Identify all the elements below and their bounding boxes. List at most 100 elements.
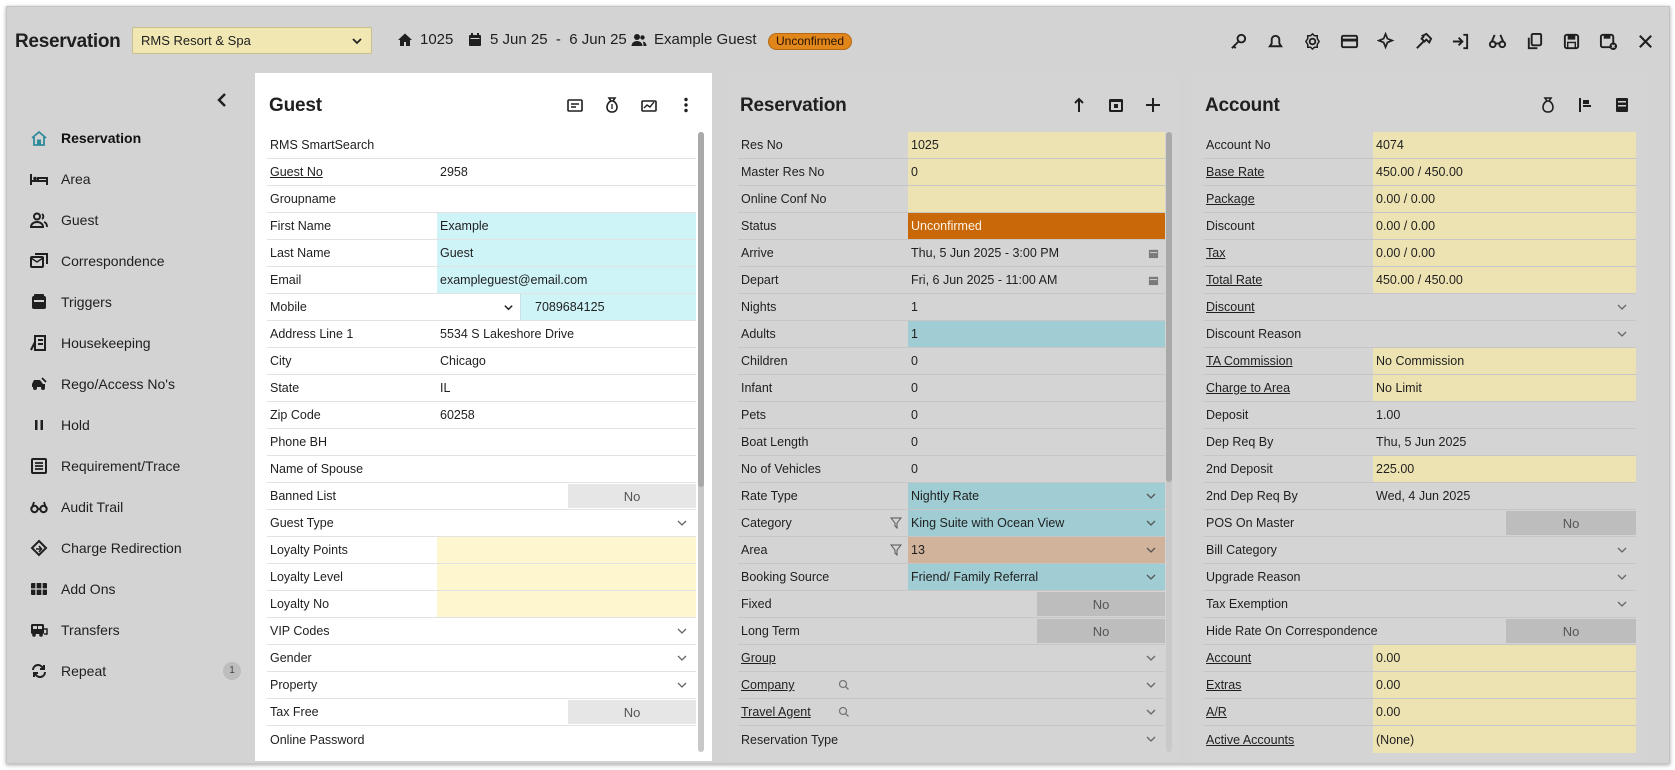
field-row[interactable]: Rate Type Nightly Rate bbox=[738, 483, 1165, 510]
field-value[interactable]: 5534 S Lakeshore Drive bbox=[437, 321, 696, 347]
field-row[interactable]: Online Conf No bbox=[738, 186, 1165, 213]
field-label-link[interactable]: Guest No bbox=[267, 159, 437, 185]
save-icon[interactable] bbox=[1561, 31, 1581, 51]
field-row[interactable]: Fixed No bbox=[738, 591, 1165, 618]
infant-field[interactable]: 0 bbox=[908, 375, 1165, 401]
binoculars-icon[interactable] bbox=[1487, 31, 1507, 51]
dep-req-by-field[interactable]: Thu, 5 Jun 2025 bbox=[1373, 429, 1636, 455]
field-row[interactable]: Group bbox=[738, 645, 1165, 672]
children-field[interactable]: 0 bbox=[908, 348, 1165, 374]
field-row[interactable]: Reservation Type bbox=[738, 726, 1165, 753]
field-row[interactable]: Zip Code 60258 bbox=[267, 402, 696, 429]
rate-type-select[interactable]: Nightly Rate bbox=[908, 483, 1165, 509]
settings-icon[interactable] bbox=[1302, 31, 1322, 51]
sidebar-item-triggers[interactable]: Triggers bbox=[29, 281, 243, 322]
adults-field[interactable]: 1 bbox=[908, 321, 1165, 347]
plus-icon[interactable] bbox=[1143, 95, 1163, 115]
field-row[interactable]: 2nd Dep Req By Wed, 4 Jun 2025 bbox=[1203, 483, 1636, 510]
status-field[interactable]: Unconfirmed bbox=[908, 213, 1165, 239]
field-label-link[interactable]: Group bbox=[738, 645, 908, 671]
pos-on-master-toggle[interactable]: No bbox=[1506, 511, 1636, 535]
field-value[interactable] bbox=[437, 456, 696, 482]
field-row[interactable]: 2nd Deposit 225.00 bbox=[1203, 456, 1636, 483]
hammer-icon[interactable] bbox=[1413, 31, 1433, 51]
field-value[interactable] bbox=[437, 132, 696, 158]
sidebar-item-area[interactable]: Area bbox=[29, 158, 243, 199]
field-label-link[interactable]: Charge to Area bbox=[1203, 375, 1373, 401]
scrollbar[interactable] bbox=[698, 132, 704, 752]
field-label-link[interactable]: Tax bbox=[1203, 240, 1373, 266]
bill-category-select[interactable] bbox=[1373, 537, 1636, 563]
field-row[interactable]: Address Line 1 5534 S Lakeshore Drive bbox=[267, 321, 696, 348]
mobile-field[interactable]: 7089684125 bbox=[437, 294, 696, 320]
vip-codes-select[interactable] bbox=[437, 618, 696, 644]
save-close-icon[interactable] bbox=[1598, 31, 1618, 51]
booking-source-select[interactable]: Friend/ Family Referral bbox=[908, 564, 1165, 590]
field-row[interactable]: Infant 0 bbox=[738, 375, 1165, 402]
area-select[interactable]: 13 bbox=[890, 537, 1165, 563]
field-row[interactable]: Name of Spouse bbox=[267, 456, 696, 483]
sidebar-item-charge-redirection[interactable]: Charge Redirection bbox=[29, 527, 243, 568]
field-row[interactable]: Groupname bbox=[267, 186, 696, 213]
field-label-link[interactable]: Discount bbox=[1203, 294, 1373, 320]
field-row[interactable]: Account 0.00 bbox=[1203, 645, 1636, 672]
money-bag-icon[interactable] bbox=[1538, 95, 1558, 115]
charge-to-area-field[interactable]: No Limit bbox=[1373, 375, 1636, 401]
copy-icon[interactable] bbox=[1524, 31, 1544, 51]
field-row[interactable]: Mobile 7089684125 bbox=[267, 294, 696, 321]
field-row[interactable]: Tax Free No bbox=[267, 699, 696, 726]
category-select[interactable]: King Suite with Ocean View bbox=[890, 510, 1165, 536]
long-term-toggle[interactable]: No bbox=[1037, 619, 1165, 643]
calendar-add-icon[interactable] bbox=[1106, 95, 1126, 115]
calendar-icon[interactable] bbox=[1148, 248, 1159, 259]
field-row[interactable]: Deposit 1.00 bbox=[1203, 402, 1636, 429]
field-value[interactable] bbox=[437, 429, 696, 455]
field-row[interactable]: Dep Req By Thu, 5 Jun 2025 bbox=[1203, 429, 1636, 456]
field-row[interactable]: Tax 0.00 / 0.00 bbox=[1203, 240, 1636, 267]
field-row[interactable]: City Chicago bbox=[267, 348, 696, 375]
field-row[interactable]: Banned List No bbox=[267, 483, 696, 510]
field-row[interactable]: No of Vehicles 0 bbox=[738, 456, 1165, 483]
banned-list-toggle[interactable]: No bbox=[568, 484, 696, 508]
scrollbar-thumb[interactable] bbox=[698, 132, 704, 487]
sidebar-item-requirement-trace[interactable]: Requirement/Trace bbox=[29, 445, 243, 486]
sidebar-item-add-ons[interactable]: Add Ons bbox=[29, 568, 243, 609]
loyalty-no-field[interactable] bbox=[437, 591, 696, 617]
field-row[interactable]: Travel Agent bbox=[738, 699, 1165, 726]
payment-icon[interactable] bbox=[1575, 95, 1595, 115]
loyalty-level-field[interactable] bbox=[437, 564, 696, 590]
sidebar-item-audit-trail[interactable]: Audit Trail bbox=[29, 486, 243, 527]
sidebar-item-reservation[interactable]: Reservation bbox=[29, 117, 243, 158]
search-icon[interactable] bbox=[838, 706, 850, 718]
field-row[interactable]: Children 0 bbox=[738, 348, 1165, 375]
nights-field[interactable]: 1 bbox=[908, 294, 1165, 320]
tax-exemption-select[interactable] bbox=[1373, 591, 1636, 617]
sidebar-item-correspondence[interactable]: Correspondence bbox=[29, 240, 243, 281]
field-label-link[interactable]: Total Rate bbox=[1203, 267, 1373, 293]
company-select[interactable] bbox=[838, 672, 1165, 698]
hide-rate-toggle[interactable]: No bbox=[1506, 619, 1636, 643]
field-row[interactable]: Gender bbox=[267, 645, 696, 672]
online-conf-no-field[interactable] bbox=[908, 186, 1165, 212]
filter-icon[interactable] bbox=[890, 517, 902, 529]
field-row[interactable]: State IL bbox=[267, 375, 696, 402]
collapse-sidebar-button[interactable] bbox=[216, 93, 228, 112]
field-row[interactable]: TA Commission No Commission bbox=[1203, 348, 1636, 375]
travel-agent-select[interactable] bbox=[838, 699, 1165, 725]
sidebar-item-hold[interactable]: Hold bbox=[29, 404, 243, 445]
calendar-icon[interactable] bbox=[1148, 275, 1159, 286]
field-row[interactable]: Nights 1 bbox=[738, 294, 1165, 321]
ta-commission-field[interactable]: No Commission bbox=[1373, 348, 1636, 374]
field-row[interactable]: Online Password bbox=[267, 726, 696, 753]
field-row[interactable]: Active Accounts (None) bbox=[1203, 726, 1636, 753]
field-row[interactable]: Boat Length 0 bbox=[738, 429, 1165, 456]
tax-free-toggle[interactable]: No bbox=[568, 700, 696, 724]
money-bag-icon[interactable] bbox=[602, 95, 622, 115]
sidebar-item-guest[interactable]: Guest bbox=[29, 199, 243, 240]
field-row[interactable]: POS On Master No bbox=[1203, 510, 1636, 537]
close-icon[interactable] bbox=[1635, 31, 1655, 51]
country-code-select[interactable] bbox=[437, 294, 521, 320]
bell-icon[interactable] bbox=[1265, 31, 1285, 51]
boat-length-field[interactable]: 0 bbox=[908, 429, 1165, 455]
deposit-field[interactable]: 1.00 bbox=[1373, 402, 1636, 428]
